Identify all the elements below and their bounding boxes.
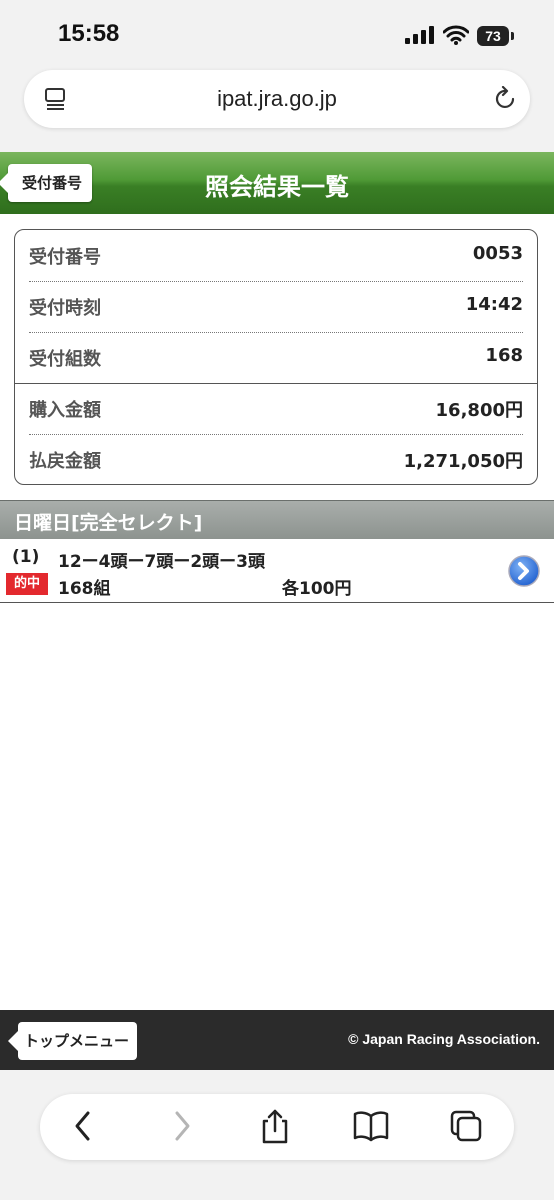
- summary-value: 0053: [472, 243, 523, 264]
- summary-row-combinations: 受付組数 168: [29, 332, 523, 383]
- hit-badge: 的中: [6, 573, 48, 595]
- section-header: 日曜日[完全セレクト]: [0, 500, 554, 540]
- footer: トップメニュー © Japan Racing Association.: [0, 1010, 554, 1070]
- reload-icon[interactable]: [494, 86, 518, 112]
- summary-label: 受付番号: [29, 247, 101, 268]
- wifi-icon: [443, 25, 469, 45]
- tabs-icon[interactable]: [448, 1108, 484, 1144]
- summary-label: 受付時刻: [29, 298, 101, 319]
- summary-row-purchase-amount: 購入金額 16,800円: [29, 383, 523, 434]
- browser-toolbar: [40, 1094, 514, 1160]
- summary-row-payout-amount: 払戻金額 1,271,050円: [29, 434, 523, 485]
- bet-row[interactable]: (1) 12ー4頭ー7頭ー2頭ー3頭 的中 168組 各100円: [0, 539, 554, 603]
- page-header: 受付番号 照会結果一覧: [0, 152, 554, 214]
- forward-arrow-icon[interactable]: [170, 1108, 194, 1144]
- summary-label: 購入金額: [29, 400, 101, 421]
- summary-card: 受付番号 0053 受付時刻 14:42 受付組数 168 購入金額 16,80…: [14, 229, 538, 485]
- chevron-right-icon[interactable]: [507, 554, 541, 588]
- summary-row-receipt-time: 受付時刻 14:42: [29, 281, 523, 332]
- bet-count: 168組: [58, 579, 111, 599]
- cellular-signal-icon: [405, 26, 434, 44]
- top-menu-button[interactable]: トップメニュー: [7, 1022, 138, 1060]
- summary-label: 受付組数: [29, 349, 101, 370]
- address-bar[interactable]: ipat.jra.go.jp: [24, 70, 530, 128]
- url-text[interactable]: ipat.jra.go.jp: [24, 86, 530, 112]
- status-bar: 15:58 73: [0, 0, 554, 64]
- bet-number: (1): [12, 547, 40, 567]
- bet-each-amount: 各100円: [282, 579, 352, 599]
- back-arrow-icon[interactable]: [72, 1108, 96, 1144]
- battery-tip: [511, 32, 514, 40]
- share-icon[interactable]: [258, 1108, 292, 1144]
- bet-combination: 12ー4頭ー7頭ー2頭ー3頭: [58, 552, 265, 572]
- summary-value: 1,271,050円: [403, 451, 523, 472]
- copyright: © Japan Racing Association.: [348, 1031, 540, 1047]
- status-time: 15:58: [58, 20, 120, 47]
- summary-value: 14:42: [465, 294, 523, 315]
- summary-value: 16,800円: [435, 400, 523, 421]
- summary-value: 168: [485, 345, 523, 366]
- section-title: 日曜日[完全セレクト]: [14, 512, 203, 534]
- battery-icon: 73: [477, 26, 509, 46]
- summary-label: 払戻金額: [29, 451, 101, 472]
- page-title: 照会結果一覧: [205, 173, 349, 201]
- summary-row-receipt-number: 受付番号 0053: [29, 230, 523, 281]
- bookmarks-icon[interactable]: [352, 1108, 390, 1144]
